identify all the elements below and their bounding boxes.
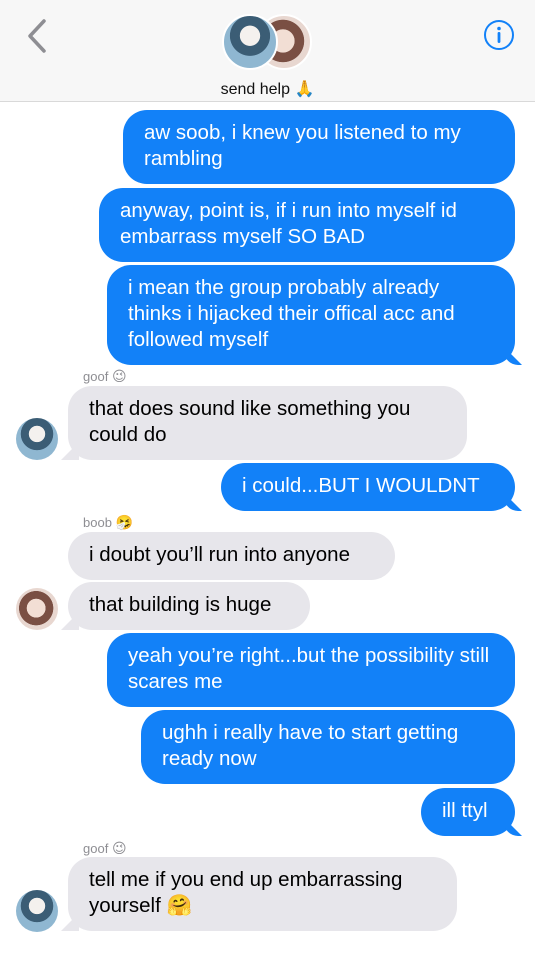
sender-name: goof — [83, 369, 109, 384]
message-text: i doubt you’ll run into anyone — [89, 543, 350, 566]
sender-name: goof — [83, 841, 109, 856]
message-text: ill ttyl — [442, 799, 488, 822]
message-bubble-outgoing[interactable]: ughh i really have to start getting read… — [141, 710, 515, 784]
sender-label: goof 😉 — [83, 840, 127, 857]
message-bubble-outgoing[interactable]: i could...BUT I WOULDNT — [221, 463, 515, 511]
message-bubble-outgoing[interactable]: yeah you’re right...but the possibility … — [107, 633, 515, 707]
chevron-left-icon — [28, 19, 46, 53]
sender-emoji: 🤧 — [115, 514, 133, 530]
message-bubble-incoming[interactable]: i doubt you’ll run into anyone — [68, 532, 395, 580]
sender-emoji: 😉 — [111, 840, 127, 856]
message-bubble-outgoing[interactable]: ill ttyl — [421, 788, 515, 836]
info-button[interactable] — [483, 19, 515, 51]
sender-label: goof 😉 — [83, 368, 127, 385]
message-text: i mean the group probably already thinks… — [128, 276, 455, 351]
group-title[interactable]: send help 🙏 — [0, 79, 535, 99]
message-bubble-outgoing[interactable]: i mean the group probably already thinks… — [107, 265, 515, 365]
message-thread[interactable]: aw soob, i knew you listened to my rambl… — [0, 102, 535, 960]
message-text: tell me if you end up embarrassing yours… — [89, 868, 403, 917]
message-bubble-incoming[interactable]: that does sound like something you could… — [68, 386, 467, 460]
avatar[interactable] — [16, 890, 58, 932]
message-text: ughh i really have to start getting read… — [162, 721, 459, 770]
message-text: i could...BUT I WOULDNT — [242, 474, 480, 497]
sender-label: boob 🤧 — [83, 514, 133, 531]
message-bubble-outgoing[interactable]: anyway, point is, if i run into myself i… — [99, 188, 515, 262]
message-text: that does sound like something you could… — [89, 397, 411, 446]
sender-emoji: 😉 — [111, 368, 127, 384]
group-title-text: send help — [220, 81, 290, 98]
message-text: that building is huge — [89, 593, 272, 616]
message-text: aw soob, i knew you listened to my rambl… — [144, 121, 461, 170]
avatar — [222, 14, 278, 70]
message-bubble-incoming[interactable]: that building is huge — [68, 582, 310, 630]
message-text: yeah you’re right...but the possibility … — [128, 644, 490, 693]
group-avatars[interactable] — [222, 14, 312, 72]
avatar[interactable] — [16, 418, 58, 460]
message-bubble-incoming[interactable]: tell me if you end up embarrassing yours… — [68, 857, 457, 931]
message-emoji: 🤗 — [166, 894, 193, 917]
info-icon — [484, 20, 514, 50]
message-text: anyway, point is, if i run into myself i… — [120, 199, 457, 248]
avatar[interactable] — [16, 588, 58, 630]
back-button[interactable] — [20, 16, 54, 56]
group-title-emoji: 🙏 — [294, 81, 315, 98]
sender-name: boob — [83, 515, 112, 530]
conversation-header: send help 🙏 — [0, 0, 535, 102]
message-bubble-outgoing[interactable]: aw soob, i knew you listened to my rambl… — [123, 110, 515, 184]
